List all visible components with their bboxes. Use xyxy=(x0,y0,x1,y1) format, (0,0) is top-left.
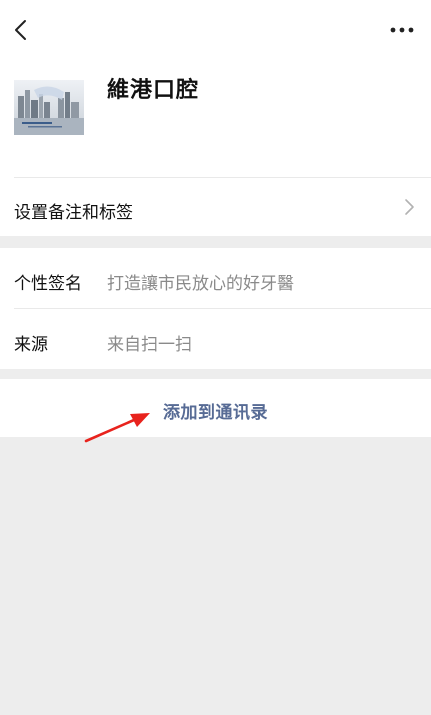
avatar[interactable] xyxy=(14,80,84,135)
source-value: 来自扫一扫 xyxy=(107,335,192,355)
info-section: 个性签名 打造讓市民放心的好牙醫 来源 来自扫一扫 xyxy=(0,248,431,369)
add-to-contacts-button[interactable]: 添加到通讯录 xyxy=(0,379,431,437)
signature-label: 个性签名 xyxy=(14,274,82,294)
source-label: 来源 xyxy=(14,335,48,355)
chevron-left-icon xyxy=(15,20,26,40)
profile-header: 維港口腔 xyxy=(0,0,431,178)
more-dots-icon xyxy=(390,27,414,33)
info-divider xyxy=(14,308,431,309)
signature-value: 打造讓市民放心的好牙醫 xyxy=(107,274,294,294)
add-to-contacts-label: 添加到通讯录 xyxy=(163,403,268,423)
chevron-right-icon xyxy=(405,199,414,215)
remark-tags-label: 设置备注和标签 xyxy=(14,203,133,223)
remark-tags-row[interactable]: 设置备注和标签 xyxy=(0,178,431,236)
more-button[interactable] xyxy=(387,16,417,44)
back-button[interactable] xyxy=(6,12,34,48)
contact-name: 維港口腔 xyxy=(107,78,200,103)
avatar-image xyxy=(14,80,84,135)
